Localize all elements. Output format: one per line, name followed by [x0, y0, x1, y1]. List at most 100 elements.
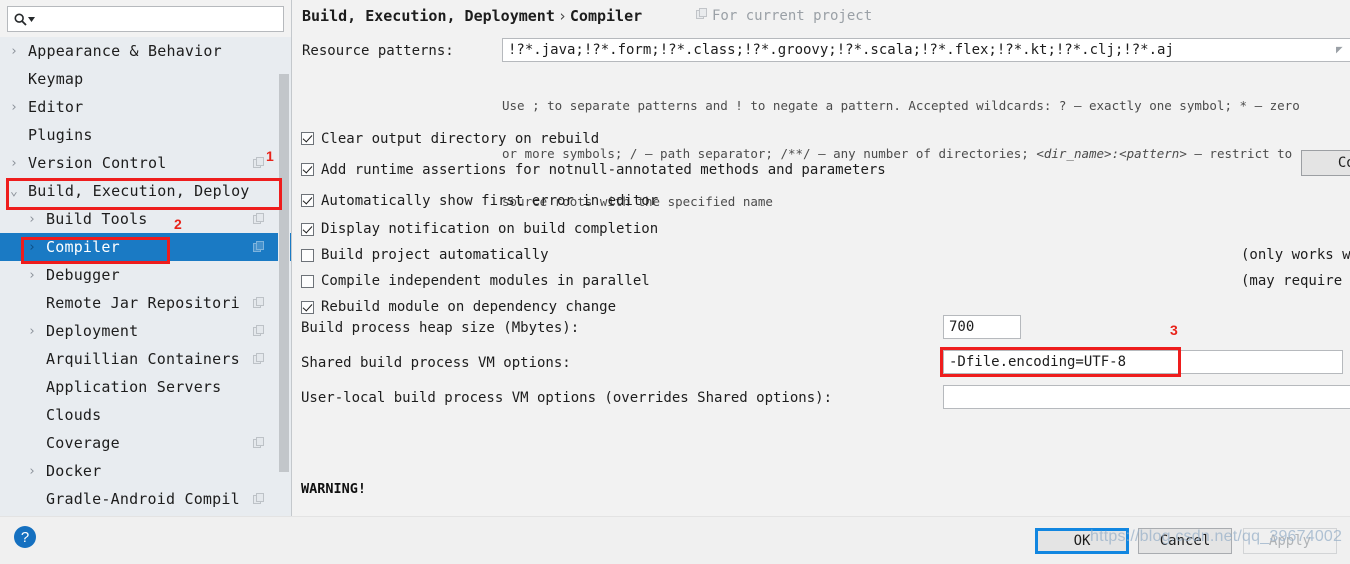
chevron-right-icon: ›: [28, 211, 36, 227]
annotation-number-3: 3: [1170, 322, 1178, 338]
option-compile-independent-modules[interactable]: Compile independent modules in parallel …: [301, 268, 1350, 294]
sidebar-item-arquillian-containers[interactable]: Arquillian Containers: [0, 345, 291, 373]
sidebar-scrollbar[interactable]: [278, 74, 290, 516]
sidebar-item-label: Editor: [28, 98, 84, 116]
sidebar-item-appearance-behavior[interactable]: › Appearance & Behavior: [0, 37, 291, 65]
dialog-body: › Appearance & Behavior Keymap › Editor …: [0, 0, 1350, 516]
project-scope-icon: [696, 8, 708, 22]
scope-indicator: For current project: [696, 8, 872, 24]
resource-patterns-input[interactable]: [502, 38, 1350, 62]
option-note: (may require larger heap size): [1241, 273, 1350, 289]
checkbox[interactable]: [301, 274, 314, 288]
sidebar-item-deployment[interactable]: › Deployment: [0, 317, 291, 345]
sidebar-item-coverage[interactable]: Coverage: [0, 429, 291, 457]
project-scope-icon: [253, 493, 265, 505]
checkbox[interactable]: [301, 194, 314, 207]
settings-sidebar: › Appearance & Behavior Keymap › Editor …: [0, 0, 292, 516]
sidebar-item-label: Coverage: [46, 434, 120, 452]
option-build-project-automatically[interactable]: Build project automatically (only works …: [301, 242, 1350, 268]
sidebar-item-remote-jar-repositories[interactable]: Remote Jar Repositori: [0, 289, 291, 317]
checkbox[interactable]: [301, 248, 314, 262]
checkbox[interactable]: [301, 300, 314, 314]
chevron-down-icon: [28, 16, 35, 22]
resize-corner-icon: ◤: [1336, 43, 1343, 56]
option-label: Display notification on build completion: [321, 221, 659, 237]
option-automatically-show-first-error[interactable]: Automatically show first error in editor: [301, 185, 1350, 216]
project-scope-icon: [253, 353, 265, 365]
chevron-right-icon: ›: [28, 239, 36, 255]
sidebar-item-build-tools[interactable]: › Build Tools: [0, 205, 291, 233]
sidebar-item-keymap[interactable]: Keymap: [0, 65, 291, 93]
sidebar-item-label: Arquillian Containers: [46, 350, 240, 368]
chevron-placeholder-icon: [28, 409, 42, 422]
configure-annotations-button[interactable]: Configure annotations...: [1301, 150, 1350, 176]
sidebar-item-application-servers[interactable]: Application Servers: [0, 373, 291, 401]
heap-size-label: Build process heap size (Mbytes):: [301, 320, 580, 336]
user-local-vm-options-label: User-local build process VM options (ove…: [301, 390, 833, 406]
option-label: Add runtime assertions for notnull-annot…: [321, 161, 886, 178]
search-box[interactable]: [7, 6, 284, 32]
warning-text: WARNING! If option 'Clear output directo…: [301, 442, 1098, 516]
checkbox[interactable]: [301, 163, 314, 176]
shared-vm-options-label: Shared build process VM options:: [301, 355, 571, 371]
heap-size-input[interactable]: [943, 315, 1021, 339]
breadcrumb-parent[interactable]: Build, Execution, Deployment: [302, 7, 555, 25]
checkbox[interactable]: [301, 132, 314, 145]
sidebar-item-label: Build, Execution, Deploy: [28, 182, 250, 200]
sidebar-item-label: Version Control: [28, 154, 167, 172]
breadcrumb: Build, Execution, Deployment › Compiler: [302, 7, 642, 25]
shared-vm-options-input[interactable]: [943, 350, 1343, 374]
sidebar-item-label: Appearance & Behavior: [28, 42, 222, 60]
search-icon: [14, 12, 35, 26]
settings-dialog: › Appearance & Behavior Keymap › Editor …: [0, 0, 1350, 564]
cancel-button[interactable]: Cancel: [1138, 528, 1232, 554]
chevron-placeholder-icon: [28, 297, 42, 310]
sidebar-item-label: Application Servers: [46, 378, 222, 396]
sidebar-item-label: Compiler: [46, 238, 120, 256]
sidebar-item-editor[interactable]: › Editor: [0, 93, 291, 121]
project-scope-icon: [253, 297, 265, 309]
chevron-right-icon: ›: [28, 323, 36, 339]
scope-label: For current project: [712, 8, 873, 24]
option-display-notification[interactable]: Display notification on build completion: [301, 216, 1350, 242]
breadcrumb-separator: ›: [557, 7, 567, 25]
search-input[interactable]: [39, 11, 277, 27]
help-icon[interactable]: ?: [14, 526, 36, 548]
chevron-placeholder-icon: [28, 353, 42, 366]
breadcrumb-current: Compiler: [569, 7, 643, 25]
annotation-number-2: 2: [174, 216, 182, 232]
user-local-vm-options-input[interactable]: [943, 385, 1350, 409]
checkbox[interactable]: [301, 222, 314, 236]
option-clear-output-directory[interactable]: Clear output directory on rebuild: [301, 123, 1350, 154]
option-label: Clear output directory on rebuild: [321, 130, 600, 147]
sidebar-item-compiler[interactable]: › Compiler: [0, 233, 291, 261]
dialog-footer: ? OK Cancel Apply: [0, 516, 1350, 564]
sidebar-scrollbar-thumb[interactable]: [279, 74, 289, 472]
sidebar-item-docker[interactable]: › Docker: [0, 457, 291, 485]
project-scope-icon: [253, 325, 265, 337]
option-label: Rebuild module on dependency change: [321, 299, 617, 315]
sidebar-item-debugger[interactable]: › Debugger: [0, 261, 291, 289]
option-label: Automatically show first error in editor: [321, 192, 659, 209]
option-note: (only works while not running / debuggin…: [1241, 247, 1350, 263]
chevron-placeholder-icon: [28, 381, 42, 394]
sidebar-item-label: Keymap: [28, 70, 84, 88]
chevron-right-icon: ›: [10, 99, 18, 115]
annotation-number-1: 1: [266, 148, 274, 164]
option-label: Build project automatically: [321, 247, 549, 263]
chevron-placeholder-icon: [10, 129, 24, 142]
sidebar-item-clouds[interactable]: Clouds: [0, 401, 291, 429]
sidebar-item-label: Docker: [46, 462, 102, 480]
sidebar-item-build-execution-deployment[interactable]: ⌄ Build, Execution, Deploy: [0, 177, 291, 205]
sidebar-item-plugins[interactable]: Plugins: [0, 121, 291, 149]
option-add-runtime-assertions[interactable]: Add runtime assertions for notnull-annot…: [301, 154, 1350, 185]
option-rebuild-module-on-dependency-change[interactable]: Rebuild module on dependency change: [301, 294, 1350, 320]
resource-patterns-label: Resource patterns:: [302, 43, 454, 59]
chevron-placeholder-icon: [28, 493, 42, 506]
ok-button[interactable]: OK: [1035, 528, 1129, 554]
sidebar-item-label: Deployment: [46, 322, 139, 340]
sidebar-item-label: Build Tools: [46, 210, 148, 228]
sidebar-item-version-control[interactable]: › Version Control: [0, 149, 291, 177]
sidebar-item-gradle-android-compiler[interactable]: Gradle-Android Compil: [0, 485, 291, 513]
option-label: Compile independent modules in parallel: [321, 273, 650, 289]
